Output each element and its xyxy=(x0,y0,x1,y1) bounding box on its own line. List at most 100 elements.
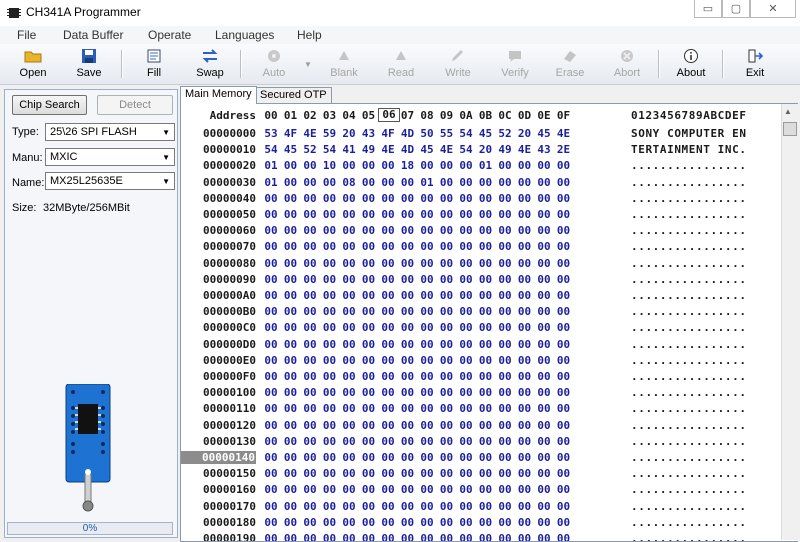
hex-byte[interactable]: 00 xyxy=(378,289,398,302)
hex-byte[interactable]: 00 xyxy=(515,435,535,448)
hex-byte[interactable]: 00 xyxy=(320,402,340,415)
row-address[interactable]: 00000090 xyxy=(181,273,256,286)
hex-row[interactable]: 00000120 00 00 00 00 00 00 00 00 00 00 00 00 00 00 00 00… xyxy=(181,418,781,434)
hex-byte[interactable]: 00 xyxy=(437,532,457,541)
ascii-text[interactable]: ................ xyxy=(631,451,747,464)
tab-secured-otp[interactable]: Secured OTP xyxy=(255,87,332,104)
hex-byte[interactable]: 00 xyxy=(300,402,320,415)
hex-byte[interactable]: 00 xyxy=(320,257,340,270)
hex-byte[interactable]: 00 xyxy=(437,402,457,415)
hex-byte[interactable]: 00 xyxy=(534,386,554,399)
hex-byte[interactable]: 00 xyxy=(320,289,340,302)
type-select[interactable]: 25\26 SPI FLASH ▼ xyxy=(45,123,175,141)
hex-byte[interactable]: 00 xyxy=(281,192,301,205)
hex-byte[interactable]: 00 xyxy=(437,483,457,496)
hex-byte[interactable]: 00 xyxy=(495,321,515,334)
hex-byte[interactable]: 00 xyxy=(359,500,379,513)
ascii-text[interactable]: ................ xyxy=(631,305,747,318)
hex-byte[interactable]: 00 xyxy=(534,338,554,351)
hex-byte[interactable]: 00 xyxy=(300,532,320,541)
row-address[interactable]: 00000030 xyxy=(181,176,256,189)
close-button[interactable]: ✕ xyxy=(750,0,796,18)
hex-byte[interactable]: 00 xyxy=(300,483,320,496)
menu-languages[interactable]: Languages xyxy=(215,28,274,42)
hex-byte[interactable]: 00 xyxy=(476,483,496,496)
ascii-text[interactable]: ................ xyxy=(631,224,747,237)
hex-byte[interactable]: 00 xyxy=(300,305,320,318)
save-button[interactable]: Save xyxy=(64,46,114,82)
menu-file[interactable]: File xyxy=(17,28,36,42)
hex-byte[interactable]: 00 xyxy=(378,305,398,318)
hex-byte[interactable]: 00 xyxy=(456,516,476,529)
hex-row[interactable]: 000000C0 00 00 00 00 00 00 00 00 00 00 00 00 00 00 00 00… xyxy=(181,320,781,336)
hex-byte[interactable]: 50 xyxy=(417,127,437,140)
hex-byte[interactable]: 00 xyxy=(417,159,437,172)
hex-byte[interactable]: 00 xyxy=(534,305,554,318)
hex-byte[interactable]: 00 xyxy=(378,257,398,270)
minimize-button[interactable]: ▭ xyxy=(694,0,722,18)
hex-byte[interactable]: 00 xyxy=(300,273,320,286)
hex-byte[interactable]: 00 xyxy=(554,321,574,334)
hex-byte[interactable]: 00 xyxy=(476,402,496,415)
hex-byte[interactable]: 00 xyxy=(515,386,535,399)
hex-byte[interactable]: 00 xyxy=(495,354,515,367)
hex-byte[interactable]: 00 xyxy=(417,273,437,286)
ascii-text[interactable]: SONY COMPUTER EN xyxy=(631,127,747,140)
hex-byte[interactable]: 00 xyxy=(398,435,418,448)
row-address[interactable]: 000000C0 xyxy=(181,321,256,334)
hex-byte[interactable]: 00 xyxy=(359,305,379,318)
hex-row[interactable]: 00000090 00 00 00 00 00 00 00 00 00 00 00 00 00 00 00 00… xyxy=(181,272,781,288)
hex-byte[interactable]: 00 xyxy=(495,532,515,541)
hex-byte[interactable]: 00 xyxy=(300,419,320,432)
hex-byte[interactable]: 00 xyxy=(437,370,457,383)
hex-byte[interactable]: 00 xyxy=(359,435,379,448)
hex-byte[interactable]: 00 xyxy=(534,419,554,432)
hex-byte[interactable]: 00 xyxy=(359,370,379,383)
hex-byte[interactable]: 00 xyxy=(456,435,476,448)
hex-byte[interactable]: 00 xyxy=(261,419,281,432)
hex-byte[interactable]: 00 xyxy=(261,354,281,367)
tab-main-memory[interactable]: Main Memory xyxy=(180,86,257,104)
hex-byte[interactable]: 00 xyxy=(359,224,379,237)
hex-byte[interactable]: 00 xyxy=(554,176,574,189)
hex-byte[interactable]: 00 xyxy=(476,435,496,448)
row-address[interactable]: 000000D0 xyxy=(181,338,256,351)
hex-byte[interactable]: 00 xyxy=(398,273,418,286)
hex-byte[interactable]: 00 xyxy=(359,240,379,253)
hex-byte[interactable]: 00 xyxy=(378,208,398,221)
hex-byte[interactable]: 45 xyxy=(281,143,301,156)
hex-byte[interactable]: 00 xyxy=(398,305,418,318)
hex-byte[interactable]: 00 xyxy=(339,208,359,221)
hex-byte[interactable]: 00 xyxy=(437,240,457,253)
hex-byte[interactable]: 00 xyxy=(281,516,301,529)
hex-byte[interactable]: 00 xyxy=(515,192,535,205)
hex-row[interactable]: 00000020 01 00 00 10 00 00 00 18 00 00 00 01 00 00 00 00… xyxy=(181,158,781,174)
ascii-text[interactable]: ................ xyxy=(631,338,747,351)
hex-byte[interactable]: 00 xyxy=(437,500,457,513)
hex-byte[interactable]: 08 xyxy=(339,176,359,189)
hex-byte[interactable]: 00 xyxy=(398,321,418,334)
hex-byte[interactable]: 20 xyxy=(515,127,535,140)
hex-byte[interactable]: 55 xyxy=(437,127,457,140)
hex-byte[interactable]: 00 xyxy=(437,257,457,270)
hex-byte[interactable]: 4E xyxy=(515,143,535,156)
hex-byte[interactable]: 00 xyxy=(476,208,496,221)
hex-row[interactable]: 000000B0 00 00 00 00 00 00 00 00 00 00 00 00 00 00 00 00… xyxy=(181,304,781,320)
hex-byte[interactable]: 00 xyxy=(320,208,340,221)
ascii-text[interactable]: ................ xyxy=(631,321,747,334)
hex-byte[interactable]: 00 xyxy=(281,483,301,496)
hex-byte[interactable]: 00 xyxy=(476,451,496,464)
hex-byte[interactable]: 00 xyxy=(534,370,554,383)
hex-byte[interactable]: 00 xyxy=(398,451,418,464)
hex-byte[interactable]: 00 xyxy=(554,516,574,529)
hex-byte[interactable]: 00 xyxy=(554,435,574,448)
row-address[interactable]: 00000180 xyxy=(181,516,256,529)
hex-byte[interactable]: 00 xyxy=(534,500,554,513)
hex-byte[interactable]: 00 xyxy=(359,483,379,496)
hex-byte[interactable]: 00 xyxy=(515,467,535,480)
hex-byte[interactable]: 00 xyxy=(534,257,554,270)
hex-byte[interactable]: 00 xyxy=(534,159,554,172)
hex-row[interactable]: 000000D0 00 00 00 00 00 00 00 00 00 00 00 00 00 00 00 00… xyxy=(181,337,781,353)
hex-byte[interactable]: 00 xyxy=(300,451,320,464)
hex-byte[interactable]: 00 xyxy=(515,354,535,367)
